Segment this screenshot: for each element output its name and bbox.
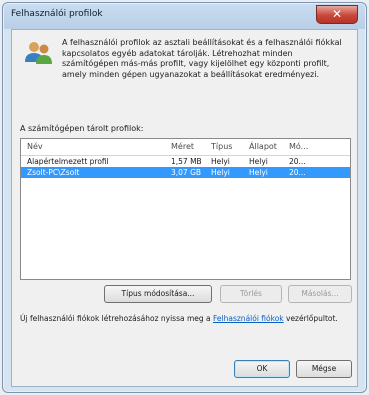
ok-button[interactable]: OK: [234, 360, 290, 378]
close-icon: ✕: [331, 7, 343, 21]
profile-modified: 20...: [289, 168, 306, 177]
change-type-button[interactable]: Típus módosítása...: [104, 285, 212, 303]
user-accounts-link[interactable]: Felhasználói fiókok: [213, 314, 284, 323]
profiles-list[interactable]: Név Méret Típus Állapot Mó... Alapértelm…: [20, 138, 351, 280]
close-button[interactable]: ✕: [316, 5, 358, 24]
create-account-note: Új felhasználói fiókok létrehozásához ny…: [20, 314, 350, 324]
list-item[interactable]: Alapértelmezett profil 1,57 MB Helyi Hel…: [21, 156, 350, 167]
profile-size: 1,57 MB: [171, 157, 202, 166]
profile-type: Helyi: [211, 157, 230, 166]
copy-button[interactable]: Másolás...: [288, 285, 352, 303]
list-header: Név Méret Típus Állapot Mó...: [21, 139, 350, 156]
delete-button[interactable]: Törlés: [220, 285, 282, 303]
profile-name: Alapértelmezett profil: [27, 157, 109, 166]
profile-status: Helyi: [249, 157, 268, 166]
column-header-size[interactable]: Méret: [171, 139, 194, 155]
profiles-label: A számítógépen tárolt profilok:: [20, 124, 144, 133]
cancel-button[interactable]: Mégse: [296, 360, 352, 378]
profile-status: Helyi: [249, 168, 268, 177]
users-icon: [25, 42, 52, 64]
title-bar[interactable]: Felhasználói profilok ✕: [3, 3, 366, 29]
user-profiles-dialog: Felhasználói profilok ✕ A felhasználói p…: [2, 2, 367, 393]
list-item-selected[interactable]: Zsolt-PC\Zsolt 3,07 GB Helyi Helyi 20...: [21, 167, 350, 178]
dialog-body: A felhasználói profilok az asztali beáll…: [11, 29, 358, 387]
column-header-type[interactable]: Típus: [211, 139, 232, 155]
column-header-name[interactable]: Név: [27, 139, 43, 155]
profile-type: Helyi: [211, 168, 230, 177]
column-header-modified[interactable]: Mó...: [289, 139, 308, 155]
column-header-status[interactable]: Állapot: [249, 139, 277, 155]
note-text-before: Új felhasználói fiókok létrehozásához ny…: [20, 314, 214, 323]
window-title: Felhasználói profilok: [11, 9, 103, 19]
note-text-after: vezérlőpultot.: [283, 314, 338, 323]
profile-size: 3,07 GB: [171, 168, 202, 177]
profile-modified: 20...: [289, 157, 306, 166]
info-description: A felhasználói profilok az asztali beáll…: [62, 38, 342, 79]
profile-name: Zsolt-PC\Zsolt: [27, 168, 80, 177]
